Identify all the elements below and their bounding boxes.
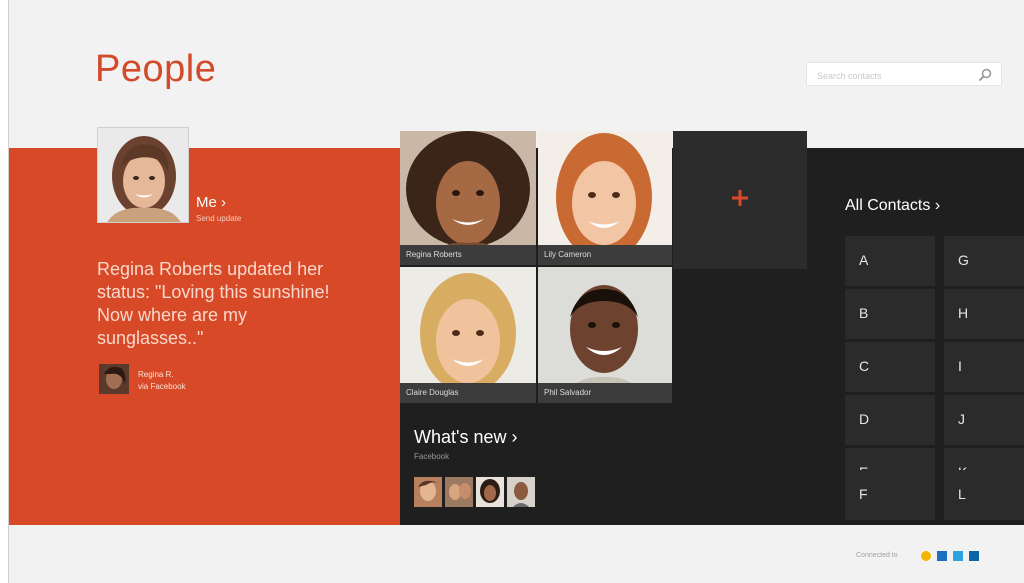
plus-icon — [732, 190, 748, 206]
letter-label: C — [859, 358, 870, 374]
letter-tile[interactable]: I — [944, 342, 1024, 392]
letter-tile[interactable]: D — [845, 395, 935, 445]
letter-tile[interactable]: L — [944, 470, 1024, 520]
favorite-tile[interactable]: Phil Salvador — [538, 267, 672, 403]
letter-label: J — [958, 411, 965, 427]
messenger-icon[interactable] — [920, 549, 932, 563]
search-icon[interactable] — [977, 67, 993, 83]
letter-tile[interactable]: C — [845, 342, 935, 392]
thumbnail[interactable] — [507, 477, 535, 507]
search-input[interactable] — [815, 67, 969, 85]
status-author: Regina R. — [138, 370, 174, 379]
people-app: People Me › Send update Regina Roberts u… — [0, 0, 1024, 583]
tile-caption: Lily Cameron — [538, 245, 672, 265]
letter-tile[interactable]: G — [944, 236, 1024, 286]
add-favorite-tile[interactable] — [673, 131, 807, 269]
status-source: via Facebook — [138, 382, 186, 391]
favorite-tile[interactable]: Lily Cameron — [538, 131, 672, 265]
letter-label: G — [958, 252, 969, 268]
letter-label: A — [859, 252, 869, 268]
letter-tile[interactable]: F — [845, 470, 935, 520]
linkedin-icon[interactable] — [968, 549, 980, 563]
window-edge — [0, 0, 8, 583]
outlook-icon[interactable] — [936, 549, 948, 563]
letter-tile[interactable]: A — [845, 236, 935, 286]
thumbnail[interactable] — [414, 477, 442, 507]
letter-label: L — [958, 486, 966, 502]
whats-new-source: Facebook — [414, 452, 450, 461]
letter-tile[interactable]: H — [944, 289, 1024, 339]
contact-name: Regina Roberts — [406, 250, 462, 259]
thumbnail[interactable] — [476, 477, 504, 507]
thumbnail[interactable] — [445, 477, 473, 507]
letter-label: D — [859, 411, 870, 427]
contact-name: Lily Cameron — [544, 250, 592, 259]
whats-new-thumbnails — [414, 477, 535, 507]
search-box[interactable] — [806, 62, 1002, 86]
status-avatar[interactable] — [99, 364, 129, 394]
me-link[interactable]: Me › — [196, 194, 226, 211]
letter-label: I — [958, 358, 962, 374]
contact-name: Phil Salvador — [544, 388, 592, 397]
contact-name: Claire Douglas — [406, 388, 459, 397]
twitter-icon[interactable] — [952, 549, 964, 563]
tile-caption: Claire Douglas — [400, 383, 536, 403]
connected-label: Connected to — [856, 552, 898, 559]
me-avatar[interactable] — [97, 127, 189, 223]
letter-label: F — [859, 486, 868, 502]
letter-label: B — [859, 305, 869, 321]
tile-caption: Phil Salvador — [538, 383, 672, 403]
favorite-tile[interactable]: Claire Douglas — [400, 267, 536, 403]
whats-new-link[interactable]: What's new › — [414, 427, 517, 448]
tile-caption: Regina Roberts — [400, 245, 536, 265]
all-contacts-link[interactable]: All Contacts › — [845, 197, 940, 215]
favorite-tile[interactable]: Regina Roberts — [400, 131, 536, 265]
letter-label: H — [958, 305, 969, 321]
status-update: Regina Roberts updated her status: "Lovi… — [97, 259, 330, 348]
letter-tile[interactable]: B — [845, 289, 935, 339]
me-subtitle: Send update — [196, 214, 242, 223]
letter-tile[interactable]: J — [944, 395, 1024, 445]
page-title: People — [95, 48, 217, 90]
